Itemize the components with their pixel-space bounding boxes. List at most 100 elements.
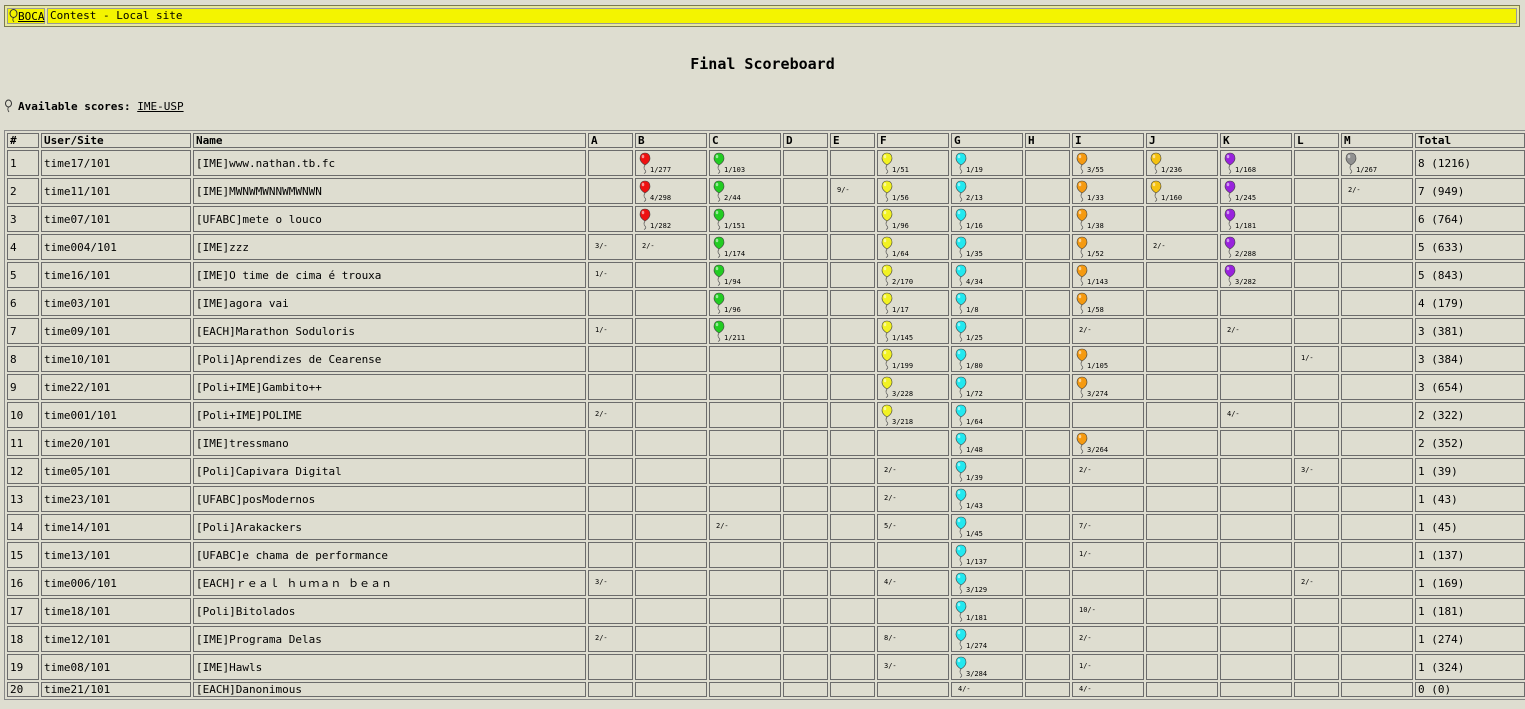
problem-cell-m — [1341, 262, 1413, 288]
top-bar: BOCA Contest - Local site — [4, 5, 1520, 27]
scoreboard-row: 4 time004/101 [IME]zzz 3/- 2/- 1/174 1/64 1/35 1… — [7, 234, 1525, 260]
problem-cell-b — [635, 402, 707, 428]
problem-cell-l: 1/- — [1294, 346, 1339, 372]
scoreboard-row: 9 time22/101 [Poli+IME]Gambito++ 3/228 1/72 3… — [7, 374, 1525, 400]
rank-cell: 20 — [7, 682, 39, 697]
total-cell: 1 (137) — [1415, 542, 1525, 568]
problem-cell-g: 1/19 — [951, 150, 1023, 176]
problem-cell-m — [1341, 626, 1413, 652]
solved-attempts-time: 1/64 — [892, 250, 909, 258]
problem-cell-a: 2/- — [588, 626, 633, 652]
solved-attempts-time: 4/298 — [650, 194, 672, 202]
problem-cell-j — [1146, 626, 1218, 652]
col-problem-l: L — [1294, 133, 1339, 148]
problem-cell-j — [1146, 458, 1218, 484]
logo-cell[interactable]: BOCA — [7, 8, 45, 24]
problem-cell-g: 1/43 — [951, 486, 1023, 512]
problem-cell-d — [783, 318, 828, 344]
solved-attempts-time: 1/33 — [1087, 194, 1104, 202]
problem-cell-j — [1146, 262, 1218, 288]
team-name-cell: [IME]O time de cima é trouxa — [193, 262, 586, 288]
solved-attempts-time: 1/51 — [892, 166, 909, 174]
rank-cell: 3 — [7, 206, 39, 232]
problem-cell-l — [1294, 402, 1339, 428]
problem-cell-d — [783, 542, 828, 568]
rank-cell: 16 — [7, 570, 39, 596]
col-problem-g: G — [951, 133, 1023, 148]
scoreboard-row: 16 time006/101 [EACH]ｒｅａｌ ｈｕｍａｎ ｂｅａｎ 3/- 4/-… — [7, 570, 1525, 596]
solved-attempts-time: 2/44 — [724, 194, 741, 202]
failed-attempts: 3/- — [595, 578, 608, 586]
problem-cell-g: 4/34 — [951, 262, 1023, 288]
solved-attempts-time: 1/160 — [1161, 194, 1183, 202]
problem-cell-b — [635, 626, 707, 652]
col-problem-h: H — [1025, 133, 1070, 148]
problem-cell-g: 1/137 — [951, 542, 1023, 568]
page-title: Final Scoreboard — [690, 55, 835, 73]
problem-cell-e — [830, 542, 875, 568]
team-name-cell: [IME]MWNWMWNNWMWNWN — [193, 178, 586, 204]
problem-cell-c — [709, 626, 781, 652]
problem-cell-b: 2/- — [635, 234, 707, 260]
total-cell: 3 (384) — [1415, 346, 1525, 372]
problem-cell-h — [1025, 626, 1070, 652]
solved-attempts-time: 1/199 — [892, 362, 914, 370]
problem-cell-e — [830, 318, 875, 344]
user-site-cell: time03/101 — [41, 290, 191, 316]
problem-cell-m — [1341, 234, 1413, 260]
scoreboard-row: 1 time17/101 [IME]www.nathan.tb.fc 1/277 1/1… — [7, 150, 1525, 176]
scoreboard-row: 7 time09/101 [EACH]Marathon Soduloris 1/- 1/… — [7, 318, 1525, 344]
problem-cell-c — [709, 486, 781, 512]
problem-cell-d — [783, 682, 828, 697]
problem-cell-l — [1294, 598, 1339, 624]
boca-logo-link[interactable]: BOCA — [18, 10, 45, 24]
problem-cell-j — [1146, 514, 1218, 540]
score-link-ime-usp[interactable]: IME-USP — [137, 100, 183, 113]
solved-attempts-time: 1/145 — [892, 334, 914, 342]
scoreboard-row: 20 time21/101 [EACH]Danonimous 4/- 4/- 0 (0) — [7, 682, 1525, 697]
problem-cell-m — [1341, 402, 1413, 428]
problem-cell-j: 1/160 — [1146, 178, 1218, 204]
solved-attempts-time: 3/264 — [1087, 446, 1109, 454]
rank-cell: 6 — [7, 290, 39, 316]
scoreboard-row: 8 time10/101 [Poli]Aprendizes de Cearense 1… — [7, 346, 1525, 372]
problem-cell-c: 1/174 — [709, 234, 781, 260]
problem-cell-a — [588, 374, 633, 400]
problem-cell-h — [1025, 402, 1070, 428]
problem-cell-e — [830, 654, 875, 680]
rank-cell: 14 — [7, 514, 39, 540]
problem-cell-h — [1025, 374, 1070, 400]
problem-cell-l — [1294, 234, 1339, 260]
problem-cell-d — [783, 458, 828, 484]
total-cell: 8 (1216) — [1415, 150, 1525, 176]
col-rank: # — [7, 133, 39, 148]
solved-attempts-time: 3/284 — [966, 670, 988, 678]
problem-cell-h — [1025, 598, 1070, 624]
col-total: Total — [1415, 133, 1525, 148]
problem-cell-i: 2/- — [1072, 318, 1144, 344]
team-name-cell: [IME]zzz — [193, 234, 586, 260]
problem-cell-c: 1/103 — [709, 150, 781, 176]
problem-cell-h — [1025, 178, 1070, 204]
problem-cell-b — [635, 346, 707, 372]
problem-cell-e — [830, 262, 875, 288]
failed-attempts: 4/- — [958, 685, 971, 693]
user-site-cell: time21/101 — [41, 682, 191, 697]
problem-cell-e — [830, 374, 875, 400]
solved-attempts-time: 1/174 — [724, 250, 746, 258]
rank-cell: 8 — [7, 346, 39, 372]
scoreboard-row: 13 time23/101 [UFABC]posModernos 2/- 1/43 1 (… — [7, 486, 1525, 512]
problem-cell-e — [830, 598, 875, 624]
solved-attempts-time: 1/103 — [724, 166, 746, 174]
failed-attempts: 3/- — [1301, 466, 1314, 474]
problem-cell-c — [709, 598, 781, 624]
team-name-cell: [EACH]Danonimous — [193, 682, 586, 697]
problem-cell-l — [1294, 206, 1339, 232]
problem-cell-m — [1341, 206, 1413, 232]
problem-cell-i: 2/- — [1072, 458, 1144, 484]
problem-cell-d — [783, 486, 828, 512]
user-site-cell: time10/101 — [41, 346, 191, 372]
problem-cell-d — [783, 346, 828, 372]
failed-attempts: 1/- — [1301, 354, 1314, 362]
problem-cell-l — [1294, 318, 1339, 344]
